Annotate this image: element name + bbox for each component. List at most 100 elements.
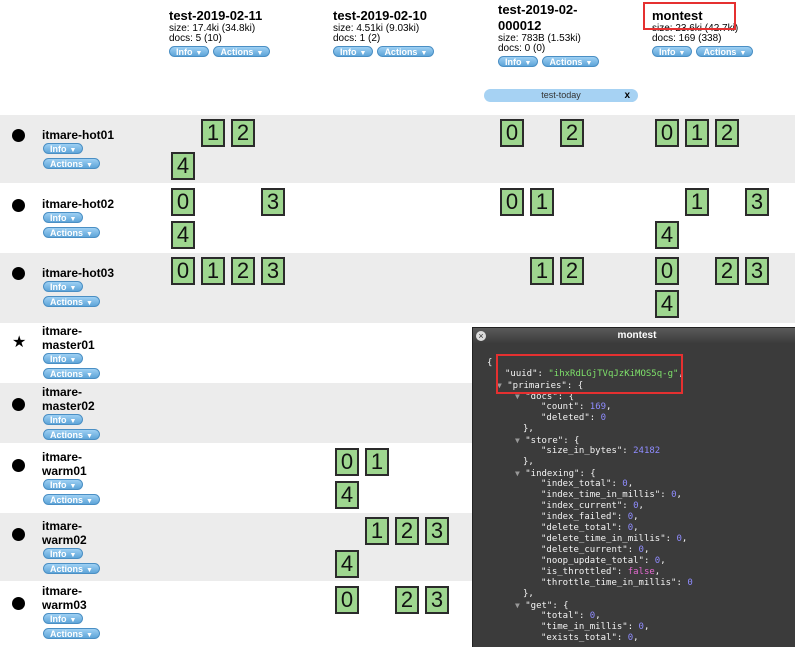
shard-box[interactable]: 2 <box>395 586 419 614</box>
json-punct: , <box>633 523 639 533</box>
shard-box[interactable]: 3 <box>425 517 449 545</box>
shard-box[interactable]: 3 <box>425 586 449 614</box>
shard-box[interactable]: 2 <box>560 257 584 285</box>
node-actions-button[interactable]: Actions ▼ <box>43 227 100 238</box>
shard-box[interactable]: 1 <box>201 119 225 147</box>
json-brace: }, <box>523 424 534 434</box>
node-status-dot-icon <box>12 199 25 212</box>
shard-box[interactable]: 4 <box>171 221 195 249</box>
index-info-button[interactable]: Info ▼ <box>333 46 374 57</box>
json-punct: , <box>654 567 661 577</box>
shard-box[interactable]: 1 <box>685 119 709 147</box>
node-info-button[interactable]: Info ▼ <box>43 281 84 292</box>
index-info-modal: × montest {"uuid": "ihxRdLGjTVqJzKiMOS5q… <box>472 327 795 647</box>
shard-box[interactable]: 4 <box>335 550 359 578</box>
node-info-button[interactable]: Info ▼ <box>43 212 84 223</box>
json-line[interactable]: ▼ "docs": { <box>487 391 795 402</box>
shard-box[interactable]: 4 <box>171 152 195 180</box>
node-info-button[interactable]: Info ▼ <box>43 548 84 559</box>
shard-box[interactable]: 0 <box>171 188 195 216</box>
collapse-triangle-icon[interactable]: ▼ <box>515 392 520 401</box>
json-key: "delete_total" <box>541 523 617 533</box>
shard-box[interactable]: 0 <box>655 257 679 285</box>
node-actions-button[interactable]: Actions ▼ <box>43 563 100 574</box>
shard-box[interactable]: 2 <box>395 517 419 545</box>
shard-box[interactable]: 2 <box>231 257 255 285</box>
chevron-down-icon: ▼ <box>86 498 93 505</box>
close-icon[interactable]: × <box>476 331 486 341</box>
shard-box[interactable]: 1 <box>685 188 709 216</box>
chevron-down-icon: ▼ <box>86 372 93 379</box>
node-actions-button[interactable]: Actions ▼ <box>43 158 100 169</box>
node-actions-button[interactable]: Actions ▼ <box>43 628 100 639</box>
remove-alias-icon[interactable]: x <box>624 89 630 102</box>
index-info-button[interactable]: Info ▼ <box>169 46 210 57</box>
shard-box[interactable]: 1 <box>530 188 554 216</box>
shard-box[interactable]: 0 <box>335 586 359 614</box>
collapse-triangle-icon[interactable]: ▼ <box>515 436 520 445</box>
index-info-button[interactable]: Info ▼ <box>498 56 539 67</box>
node-status-dot-icon <box>12 267 25 280</box>
json-punct: , <box>660 556 666 566</box>
index-actions-button[interactable]: Actions ▼ <box>213 46 271 57</box>
json-viewer: {"uuid": "ihxRdLGjTVqJzKiMOS5q-g", ▼ "pri… <box>473 344 795 644</box>
json-line[interactable]: ▼ "get": { <box>487 600 795 611</box>
json-key: "index_total" <box>541 479 612 489</box>
node-name-line2: master02 <box>42 399 95 413</box>
chevron-down-icon: ▼ <box>739 50 747 57</box>
collapse-triangle-icon[interactable]: ▼ <box>515 601 520 610</box>
node-name-line1: itmare- <box>42 324 83 338</box>
shard-box[interactable]: 4 <box>655 290 679 318</box>
shard-box[interactable]: 0 <box>655 119 679 147</box>
shard-box[interactable]: 2 <box>560 119 584 147</box>
shard-box[interactable]: 3 <box>745 257 769 285</box>
json-number-value: 169 <box>589 402 607 412</box>
json-punct: , <box>681 534 688 544</box>
index-actions-button[interactable]: Actions ▼ <box>377 46 435 57</box>
shard-box[interactable]: 3 <box>745 188 769 216</box>
json-line[interactable]: ▼ "indexing": { <box>487 468 795 479</box>
json-line: "index_time_in_millis": 0, <box>541 490 682 500</box>
node-info-button[interactable]: Info ▼ <box>43 613 84 624</box>
node-name: itmare-hot03 <box>42 266 115 280</box>
json-key: "delete_time_in_millis" <box>541 534 666 544</box>
shard-box[interactable]: 0 <box>171 257 195 285</box>
shard-box[interactable]: 3 <box>261 188 285 216</box>
node-name-line1: itmare- <box>42 519 83 533</box>
shard-box[interactable]: 2 <box>715 257 739 285</box>
shard-box[interactable]: 1 <box>365 517 389 545</box>
shard-box[interactable]: 1 <box>201 257 225 285</box>
node-info-button[interactable]: Info ▼ <box>43 479 84 490</box>
node-info-button[interactable]: Info ▼ <box>43 414 84 425</box>
json-key: "total" <box>541 611 579 621</box>
index-actions-button[interactable]: Actions ▼ <box>542 56 600 67</box>
shard-box[interactable]: 1 <box>530 257 554 285</box>
index-actions-button[interactable]: Actions ▼ <box>696 46 754 57</box>
alias-badge[interactable]: test-today x <box>484 89 638 102</box>
node-actions-button[interactable]: Actions ▼ <box>43 429 100 440</box>
node-actions-button[interactable]: Actions ▼ <box>43 494 100 505</box>
shard-box[interactable]: 4 <box>655 221 679 249</box>
index-info-button[interactable]: Info ▼ <box>652 46 693 57</box>
shard-box[interactable]: 4 <box>335 481 359 509</box>
shard-box[interactable]: 1 <box>365 448 389 476</box>
node-actions-button[interactable]: Actions ▼ <box>43 296 100 307</box>
collapse-triangle-icon[interactable]: ▼ <box>497 381 502 390</box>
collapse-triangle-icon[interactable]: ▼ <box>515 469 520 478</box>
json-punct: , <box>676 490 682 500</box>
shard-box[interactable]: 2 <box>231 119 255 147</box>
node-actions-button[interactable]: Actions ▼ <box>43 368 100 379</box>
shard-box[interactable]: 2 <box>715 119 739 147</box>
shard-box[interactable]: 0 <box>500 188 524 216</box>
json-line: "index_failed": 0, <box>541 512 639 522</box>
node-info-button[interactable]: Info ▼ <box>43 353 84 364</box>
node-info-button[interactable]: Info ▼ <box>43 143 84 154</box>
json-line[interactable]: ▼ "store": { <box>487 435 795 446</box>
shard-box[interactable]: 0 <box>335 448 359 476</box>
json-line[interactable]: ▼ "primaries": { <box>487 380 795 391</box>
chevron-down-icon: ▼ <box>195 50 203 57</box>
shard-box[interactable]: 3 <box>261 257 285 285</box>
shard-box[interactable]: 0 <box>500 119 524 147</box>
json-punct: : { <box>557 392 575 402</box>
json-punct: , <box>643 622 650 632</box>
